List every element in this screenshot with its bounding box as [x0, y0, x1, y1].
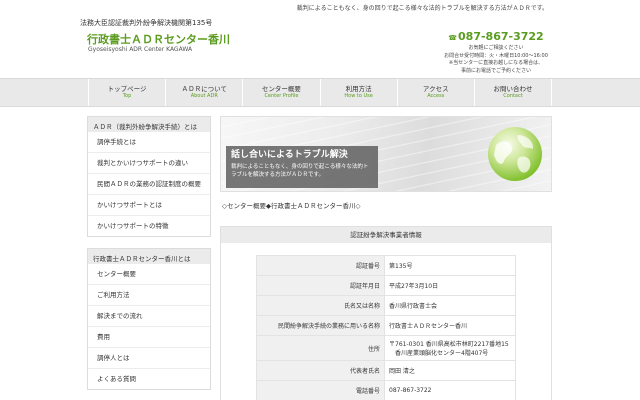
table-value: 第135号	[384, 255, 516, 276]
nav-item-sub: Top	[122, 93, 132, 99]
site-title-link[interactable]: 行政書士ＡＤＲセンター香川	[87, 31, 230, 47]
table-value: 香川県行政書士会	[384, 295, 516, 316]
table-label: 住所	[256, 335, 385, 361]
phone-number[interactable]: ☎087-867-3722	[428, 30, 564, 45]
nav-item-top[interactable]: トップページ Top	[88, 79, 165, 106]
nav-item-sub: Contact	[503, 93, 523, 99]
table-label: 代表者氏名	[256, 360, 385, 381]
sidebar-item-usage[interactable]: ご利用方法	[88, 284, 210, 305]
table-label: 電話番号	[256, 380, 385, 400]
table-label: 氏名又は名称	[256, 295, 385, 316]
phone-number-text: 087-867-3722	[458, 30, 544, 43]
main-content: 話し合いによるトラブル解決 裁判によることもなく、身の回りで起こる様々な法的トラ…	[220, 116, 552, 400]
sidebar-item-mediator[interactable]: 調停人とは	[88, 347, 210, 368]
site-subtitle: Gyoseisyoshi ADR Center KAGAWA	[88, 46, 193, 53]
table-value: 087-867-3722	[384, 380, 516, 400]
table-row: 住所 〒761-0301 香川県高松市林町2217番地15 香川産業頭脳化センタ…	[256, 335, 516, 361]
phone-icon: ☎	[448, 34, 458, 42]
table-label: 民間紛争解決手続の業務に用いる名称	[256, 315, 385, 336]
nav-item-sub: Access	[427, 93, 445, 99]
contact-line-1: お気軽にご相談ください	[468, 45, 524, 51]
contact-block: ☎087-867-3722 お気軽にご相談ください お問合せ受付時間：火・木曜日…	[428, 30, 564, 75]
nav-item-label: 利用方法	[345, 85, 372, 93]
nav-item-label: トップページ	[107, 85, 147, 93]
nav-item-sub: Center Profile	[264, 93, 299, 99]
nav-item-label: アクセス	[422, 85, 449, 93]
site-description: 裁判によることもなく、身の回りで起こる様々な法的トラブルを解決する方法がＡＤＲで…	[296, 5, 548, 12]
address-line-2: 香川産業頭脳化センター4階407号	[395, 350, 489, 357]
sidebar-item-certification-overview[interactable]: 民間ＡＤＲの業務の認証制度の概要	[88, 173, 210, 194]
table-row: 認証番号 第135号	[256, 255, 516, 276]
certification-text: 法務大臣認証裁判外紛争解決機関第135号	[80, 19, 213, 27]
contact-line-3: ※当センターに直接お越しになる場合は、	[448, 60, 544, 66]
sidebar-item-flow[interactable]: 解決までの流れ	[88, 305, 210, 326]
page-heading: ◇センター概要◆行政書士ＡＤＲセンター香川◇	[222, 202, 361, 210]
nav-item-center-profile[interactable]: センター概要 Center Profile	[242, 79, 319, 106]
provider-info-section: 認証紛争解決事業者情報 認証番号 第135号 認証年月日 平成27年3月10日 …	[220, 226, 552, 400]
sidebar-heading[interactable]: ＡＤＲ（裁判外紛争解決手続）とは	[88, 117, 210, 131]
sidebar-section-center: 行政書士ＡＤＲセンター香川とは センター概要 ご利用方法 解決までの流れ 費用 …	[87, 248, 211, 390]
sidebar-item-kaiketsu-support[interactable]: かいけつサポートとは	[88, 194, 210, 215]
provider-info-table: 認証番号 第135号 認証年月日 平成27年3月10日 氏名又は名称 香川県行政…	[256, 255, 516, 400]
top-description-bar: 裁判によることもなく、身の回りで起こる様々な法的トラブルを解決する方法がＡＤＲで…	[0, 0, 640, 12]
info-heading: 認証紛争解決事業者情報	[221, 227, 551, 243]
table-value: 岡田 清之	[384, 360, 516, 381]
sidebar-item-center-overview[interactable]: センター概要	[88, 263, 210, 284]
table-label: 認証年月日	[256, 275, 385, 296]
site-header: 法務大臣認証裁判外紛争解決機関第135号 行政書士ＡＤＲセンター香川 Gyose…	[0, 12, 640, 78]
hero-text: 裁判によることもなく、身の回りで起こる様々な法的トラブルを解決する方法がＡＤＲで…	[231, 164, 369, 178]
table-value-address: 〒761-0301 香川県高松市林町2217番地15 香川産業頭脳化センター4階…	[384, 335, 516, 361]
sidebar-heading[interactable]: 行政書士ＡＤＲセンター香川とは	[88, 249, 210, 263]
hero-title: 話し合いによるトラブル解決	[231, 150, 348, 160]
table-row: 氏名又は名称 香川県行政書士会	[256, 295, 516, 316]
table-label: 認証番号	[256, 255, 385, 276]
sidebar-item-support-features[interactable]: かいけつサポートの特徴	[88, 215, 210, 236]
table-row: 電話番号 087-867-3722	[256, 380, 516, 400]
sidebar-item-mediation[interactable]: 調停手続とは	[88, 131, 210, 152]
nav-item-how-to-use[interactable]: 利用方法 How to Use	[319, 79, 397, 106]
table-row: 認証年月日 平成27年3月10日	[256, 275, 516, 296]
contact-line-4: 事前にお電話でご予約ください	[460, 67, 531, 74]
table-value: 平成27年3月10日	[384, 275, 516, 296]
nav-item-sub: About ADR	[190, 93, 218, 99]
table-row: 民間紛争解決手続の業務に用いる名称 行政書士ＡＤＲセンター香川	[256, 315, 516, 336]
hero-caption: 話し合いによるトラブル解決 裁判によることもなく、身の回りで起こる様々な法的トラ…	[226, 146, 378, 188]
nav-item-label: ＡＤＲについて	[181, 85, 227, 93]
nav-item-contact[interactable]: お問い合わせ Contact	[473, 79, 553, 106]
table-value: 行政書士ＡＤＲセンター香川	[384, 315, 516, 336]
sidebar: ＡＤＲ（裁判外紛争解決手続）とは 調停手続とは 裁判とかいけつサポートの違い 民…	[87, 116, 211, 400]
globe-icon	[488, 127, 542, 181]
contact-hours: お問合せ受付時間：火・木曜日10:00～16:00	[444, 52, 548, 59]
address-line-1: 〒761-0301 香川県高松市林町2217番地15	[389, 341, 509, 348]
sidebar-item-court-vs-support[interactable]: 裁判とかいけつサポートの違い	[88, 152, 210, 173]
nav-item-label: センター概要	[261, 85, 301, 93]
sidebar-item-fees[interactable]: 費用	[88, 326, 210, 347]
nav-item-label: お問い合わせ	[493, 85, 533, 93]
global-nav: トップページ Top ＡＤＲについて About ADR センター概要 Cent…	[0, 78, 640, 107]
nav-item-about-adr[interactable]: ＡＤＲについて About ADR	[165, 79, 242, 106]
table-row: 代表者氏名 岡田 清之	[256, 360, 516, 381]
sidebar-section-adr: ＡＤＲ（裁判外紛争解決手続）とは 調停手続とは 裁判とかいけつサポートの違い 民…	[87, 116, 211, 237]
sidebar-item-faq[interactable]: よくある質問	[88, 368, 210, 389]
nav-item-sub: How to Use	[344, 93, 373, 99]
nav-item-access[interactable]: アクセス Access	[396, 79, 474, 106]
hero-banner: 話し合いによるトラブル解決 裁判によることもなく、身の回りで起こる様々な法的トラ…	[220, 116, 552, 192]
